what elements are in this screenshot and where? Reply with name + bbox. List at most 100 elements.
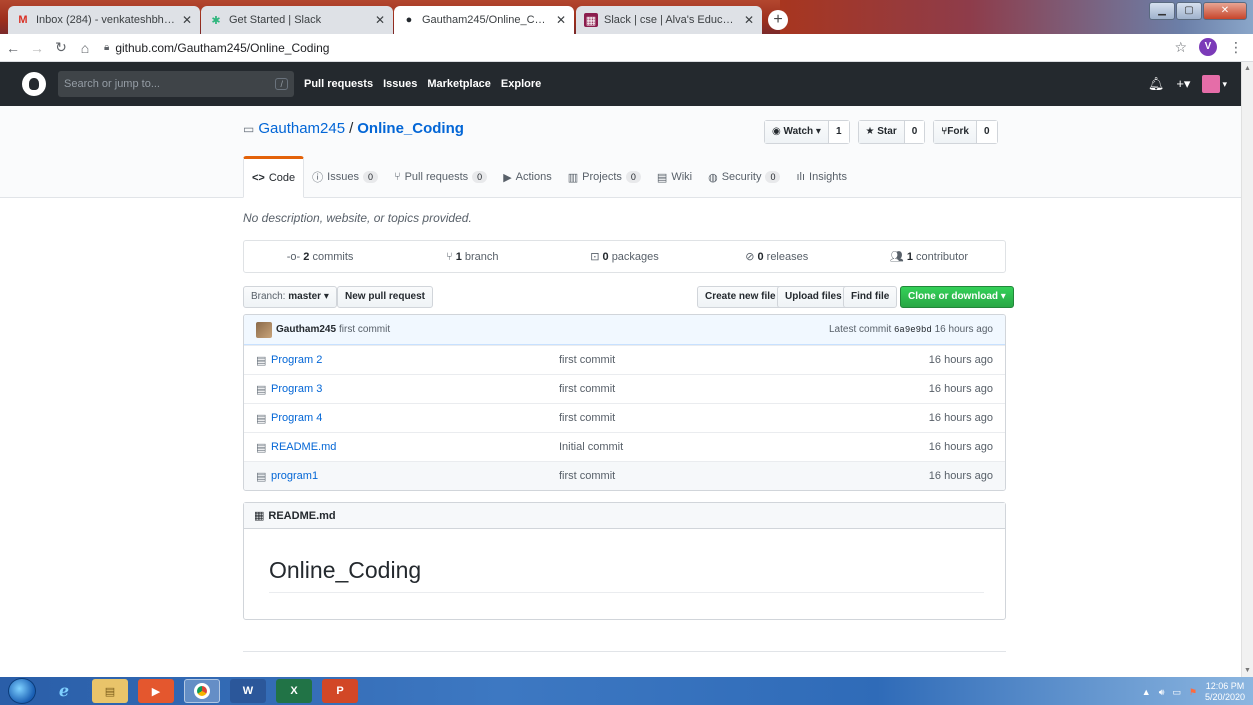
watch-count[interactable]: 1 xyxy=(828,121,849,143)
tab-insights[interactable]: ılı Insights xyxy=(788,156,854,198)
file-name-link[interactable]: Program 3 xyxy=(271,383,322,395)
contributors-link[interactable]: 👥︎ 1 contributor xyxy=(853,250,1005,263)
close-icon[interactable]: ✕ xyxy=(182,13,192,27)
reload-icon[interactable]: ↻ xyxy=(50,39,72,56)
scroll-down-arrow-icon[interactable]: ▼ xyxy=(1244,667,1251,674)
file-name-link[interactable]: Program 2 xyxy=(271,354,322,366)
fork-count[interactable]: 0 xyxy=(976,121,997,143)
avatar[interactable] xyxy=(256,321,272,338)
forward-arrow-icon[interactable]: → xyxy=(26,40,48,56)
lock-icon: 🔒︎ xyxy=(104,42,110,53)
commits-link[interactable]: -o- 2 commits xyxy=(244,251,396,263)
start-button[interactable] xyxy=(8,678,36,704)
star-count[interactable]: 0 xyxy=(904,121,925,143)
commit-author-link[interactable]: Gautham245 xyxy=(276,324,336,335)
repo-name-link[interactable]: Online_Coding xyxy=(357,120,464,137)
profile-avatar[interactable]: V xyxy=(1199,38,1217,56)
clone-or-download-button[interactable]: Clone or download ▾ xyxy=(900,286,1014,308)
packages-link[interactable]: ⊡ 0 packages xyxy=(548,250,700,263)
github-logo-icon[interactable] xyxy=(22,72,46,96)
commit-sha-link[interactable]: 6a9e9bd xyxy=(894,325,932,335)
file-name-link[interactable]: program1 xyxy=(271,470,318,482)
readme-filename: README.md xyxy=(268,509,336,522)
file-name-link[interactable]: Program 4 xyxy=(271,412,322,424)
repo-header: ▭ Gautham245 / Online_Coding ◉ Watch ▾ 1… xyxy=(0,106,1241,198)
excel-icon[interactable]: X xyxy=(276,679,312,703)
book-icon: ▤ xyxy=(656,171,668,184)
word-icon[interactable]: W xyxy=(230,679,266,703)
volume-icon[interactable]: 🔊︎ xyxy=(1159,687,1165,698)
table-row: ▤ README.md Initial commit 16 hours ago xyxy=(244,432,1005,461)
close-icon[interactable]: ✕ xyxy=(556,13,566,27)
create-new-file-button[interactable]: Create new file xyxy=(697,286,784,308)
clock[interactable]: 12:06 PM 5/20/2020 xyxy=(1205,681,1245,703)
user-menu[interactable]: ▾ xyxy=(1202,75,1227,93)
powerpoint-icon[interactable]: P xyxy=(322,679,358,703)
nav-issues[interactable]: Issues xyxy=(383,78,417,90)
home-icon[interactable]: ⌂ xyxy=(74,40,96,56)
tab-security[interactable]: ◍ Security 0 xyxy=(700,156,788,198)
browser-tab-slack[interactable]: ✱ Get Started | Slack ✕ xyxy=(201,6,393,34)
repo-owner-link[interactable]: Gautham245 xyxy=(258,120,345,137)
browser-tab-slack-cse[interactable]: ▦ Slack | cse | Alva's Education Fou ✕ xyxy=(576,6,762,34)
nav-marketplace[interactable]: Marketplace xyxy=(427,78,491,90)
find-file-button[interactable]: Find file xyxy=(843,286,898,308)
tab-actions[interactable]: ▶ Actions xyxy=(495,156,560,198)
star-button[interactable]: ★ Star xyxy=(858,121,905,143)
file-icon: ▤ xyxy=(256,441,267,454)
branch-link[interactable]: ⑂ 1 branch xyxy=(396,251,548,263)
table-row: ▤ Program 3 first commit 16 hours ago xyxy=(244,374,1005,403)
file-age: 16 hours ago xyxy=(928,383,993,395)
scroll-up-arrow-icon[interactable]: ▲ xyxy=(1244,65,1251,72)
close-icon[interactable]: ✕ xyxy=(744,13,754,27)
branch-select-button[interactable]: Branch: master ▾ xyxy=(243,286,337,308)
back-arrow-icon[interactable]: ← xyxy=(2,40,24,56)
plus-dropdown-icon[interactable]: +▾ xyxy=(1176,76,1190,92)
search-input[interactable]: Search or jump to... / xyxy=(58,71,294,97)
menu-kebab-icon[interactable]: ⋮ xyxy=(1229,39,1243,56)
nav-pull-requests[interactable]: Pull requests xyxy=(304,78,373,90)
tray-expand-icon[interactable]: ▲ xyxy=(1142,687,1151,697)
file-explorer-icon[interactable]: ▤ xyxy=(92,679,128,703)
tab-pull-requests[interactable]: ⑂ Pull requests 0 xyxy=(386,156,495,198)
nav-explore[interactable]: Explore xyxy=(501,78,541,90)
file-commit-message-link[interactable]: first commit xyxy=(559,412,615,424)
close-icon[interactable]: ✕ xyxy=(375,13,385,27)
fork-button[interactable]: ⑂Fork xyxy=(934,121,977,143)
slack-workspace-icon: ▦ xyxy=(584,13,598,27)
table-row: ▤ Program 4 first commit 16 hours ago xyxy=(244,403,1005,432)
url-field[interactable]: 🔒︎ github.com/Gautham245/Online_Coding xyxy=(104,41,329,55)
file-commit-message-link[interactable]: first commit xyxy=(559,470,615,482)
bell-icon[interactable]: 🔔︎ xyxy=(1148,76,1165,92)
url-text: github.com/Gautham245/Online_Coding xyxy=(115,40,330,55)
file-commit-message-link[interactable]: first commit xyxy=(559,354,615,366)
network-icon[interactable]: ▭ xyxy=(1172,687,1181,698)
tab-issues[interactable]: ⓘ Issues 0 xyxy=(304,156,386,198)
file-name-link[interactable]: README.md xyxy=(271,441,336,453)
releases-link[interactable]: ⊘ 0 releases xyxy=(701,250,853,263)
maximize-button[interactable]: ▢ xyxy=(1176,2,1202,20)
internet-explorer-icon[interactable]: ℯ xyxy=(46,679,82,703)
browser-tab-github[interactable]: ● Gautham245/Online_Coding ✕ xyxy=(394,6,574,34)
tag-icon: ⊘ xyxy=(745,251,755,263)
bookmark-star-icon[interactable]: ☆ xyxy=(1174,39,1187,56)
file-commit-message-link[interactable]: first commit xyxy=(559,383,615,395)
media-player-icon[interactable]: ▶ xyxy=(138,679,174,703)
upload-files-button[interactable]: Upload files xyxy=(777,286,850,308)
tab-projects[interactable]: ▥ Projects 0 xyxy=(560,156,649,198)
new-pull-request-button[interactable]: New pull request xyxy=(337,286,434,308)
repo-summary-bar: -o- 2 commits ⑂ 1 branch ⊡ 0 packages ⊘ … xyxy=(243,240,1006,273)
chrome-icon[interactable] xyxy=(184,679,220,703)
new-tab-button[interactable]: + xyxy=(768,10,788,30)
tab-wiki[interactable]: ▤ Wiki xyxy=(649,156,700,198)
action-center-flag-icon[interactable]: ⚑ xyxy=(1189,687,1197,698)
close-window-button[interactable]: ✕ xyxy=(1203,2,1247,20)
minimize-button[interactable]: ▁ xyxy=(1149,2,1175,20)
file-commit-message-link[interactable]: Initial commit xyxy=(559,441,623,453)
browser-tab-gmail[interactable]: M Inbox (284) - venkateshbhat2007 ✕ xyxy=(8,6,200,34)
chevron-down-icon: ▾ xyxy=(1222,78,1227,89)
commit-message-link[interactable]: first commit xyxy=(339,324,390,335)
watch-button[interactable]: ◉ Watch ▾ xyxy=(765,121,829,143)
tab-code[interactable]: <> Code xyxy=(243,156,305,198)
vertical-scrollbar[interactable]: ▲ ▼ xyxy=(1241,62,1253,677)
